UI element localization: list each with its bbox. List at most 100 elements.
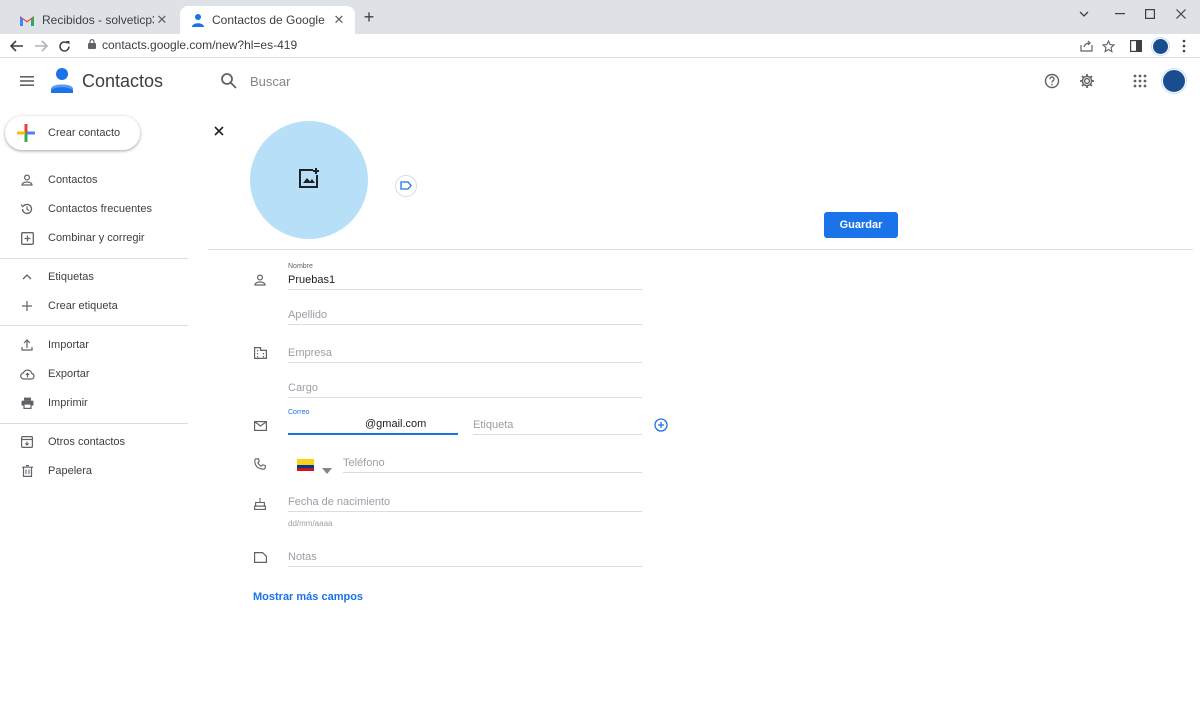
person-icon [252, 272, 268, 288]
email-label-placeholder: Etiqueta [473, 419, 514, 431]
sidebar-item-label: Combinar y corregir [48, 232, 145, 244]
notes-icon [252, 549, 268, 565]
phone-icon [252, 456, 268, 472]
email-icon [252, 418, 268, 434]
profile-avatar-small[interactable] [1150, 36, 1170, 56]
window-close-icon[interactable] [1168, 4, 1194, 24]
sidebar-item-create-label[interactable]: Crear etiqueta [0, 294, 188, 318]
sidebar-item-label: Crear etiqueta [48, 300, 118, 312]
trash-icon [19, 463, 35, 479]
search-input[interactable] [250, 72, 550, 90]
sidebar-item-import[interactable]: Importar [0, 333, 188, 357]
maximize-icon[interactable] [1137, 4, 1163, 24]
merge-icon [19, 230, 35, 246]
browser-tab-gmail[interactable]: Recibidos - solveticp3@gmail.com ✕ [8, 6, 178, 34]
sidebar-item-contacts[interactable]: Contactos [0, 168, 188, 192]
address-bar: contacts.google.com/new?hl=es-419 [0, 34, 1200, 58]
email-field[interactable]: @gmail.com [288, 415, 458, 435]
help-icon[interactable] [1042, 71, 1062, 91]
create-contact-label: Crear contacto [48, 127, 121, 139]
phone-placeholder: Teléfono [343, 457, 385, 469]
sidebar-item-label: Papelera [48, 465, 93, 477]
add-photo-button[interactable] [250, 121, 368, 239]
history-icon [19, 201, 35, 217]
url-text: contacts.google.com/new?hl=es-419 [102, 38, 298, 52]
colored-plus-icon [15, 122, 37, 144]
email-value: @gmail.com [365, 418, 427, 430]
name-value: Pruebas1 [288, 274, 336, 286]
birthday-field[interactable]: Fecha de nacimiento [288, 492, 642, 512]
apps-grid-icon[interactable] [1130, 71, 1150, 91]
sidebar-item-other-contacts[interactable]: Otros contactos [0, 430, 188, 454]
browser-tab-contacts[interactable]: Contactos de Google ✕ [180, 6, 355, 34]
side-panel-icon[interactable] [1126, 36, 1146, 56]
tab-search-icon[interactable] [1071, 4, 1097, 24]
sidebar-item-labels[interactable]: Etiquetas [0, 265, 188, 289]
country-dropdown-caret-icon[interactable] [322, 461, 332, 474]
plus-icon [19, 298, 35, 314]
sidebar-item-export[interactable]: Exportar [0, 362, 188, 386]
app-header: Contactos [0, 58, 1200, 104]
archive-icon [19, 434, 35, 450]
chevron-up-icon [19, 269, 35, 285]
phone-field[interactable]: Teléfono [343, 453, 642, 473]
create-contact-button[interactable]: Crear contacto [5, 116, 140, 150]
upload-icon [19, 337, 35, 353]
birthday-format-hint: dd/mm/aaaa [288, 519, 333, 528]
more-menu-icon[interactable] [1174, 36, 1194, 56]
label-tag-icon [400, 177, 412, 195]
building-icon [252, 345, 268, 361]
email-label-field[interactable]: Etiqueta [473, 415, 642, 435]
minimize-icon[interactable] [1107, 4, 1133, 24]
back-arrow-icon[interactable] [7, 36, 27, 56]
add-email-icon[interactable] [654, 418, 668, 432]
forward-arrow-icon[interactable] [31, 36, 51, 56]
company-field[interactable]: Empresa [288, 343, 642, 363]
surname-field[interactable]: Apellido [288, 305, 642, 325]
person-icon [19, 172, 35, 188]
reload-icon[interactable] [54, 36, 74, 56]
lock-icon [88, 38, 96, 52]
form-divider [208, 249, 1193, 250]
sidebar-item-label: Imprimir [48, 397, 88, 409]
add-label-button[interactable] [395, 175, 417, 197]
tab-close-icon[interactable]: ✕ [154, 12, 170, 28]
tab-title: Recibidos - solveticp3@gmail.com [42, 13, 154, 27]
bookmark-star-icon[interactable] [1098, 36, 1118, 56]
birthday-placeholder: Fecha de nacimiento [288, 496, 391, 508]
tab-close-icon[interactable]: ✕ [331, 12, 347, 28]
colombia-flag-icon[interactable] [297, 459, 314, 471]
printer-icon [19, 395, 35, 411]
sidebar-item-trash[interactable]: Papelera [0, 459, 188, 483]
sidebar-item-frequent[interactable]: Contactos frecuentes [0, 197, 188, 221]
show-more-fields-link[interactable]: Mostrar más campos [253, 591, 363, 603]
sidebar-divider [0, 423, 188, 424]
sidebar-item-label: Importar [48, 339, 89, 351]
job-title-field[interactable]: Cargo [288, 378, 642, 398]
notes-field[interactable]: Notas [288, 547, 642, 567]
new-tab-button[interactable]: + [361, 8, 377, 26]
settings-gear-icon[interactable] [1077, 71, 1097, 91]
add-photo-icon [298, 167, 320, 194]
menu-icon[interactable] [17, 71, 37, 91]
url-field[interactable]: contacts.google.com/new?hl=es-419 [88, 38, 297, 52]
notes-placeholder: Notas [288, 551, 317, 563]
close-icon[interactable] [211, 123, 227, 139]
search-icon[interactable] [219, 71, 239, 91]
company-placeholder: Empresa [288, 347, 333, 359]
sidebar-item-label: Otros contactos [48, 436, 126, 448]
sidebar-divider [0, 258, 188, 259]
sidebar-item-merge[interactable]: Combinar y corregir [0, 226, 188, 250]
save-button[interactable]: Guardar [824, 212, 898, 238]
name-field-label: Nombre [288, 263, 313, 270]
cake-icon [252, 495, 268, 511]
account-avatar[interactable] [1162, 69, 1186, 93]
job-title-placeholder: Cargo [288, 382, 318, 394]
browser-tab-bar: Recibidos - solveticp3@gmail.com ✕ Conta… [0, 0, 1200, 34]
share-icon[interactable] [1076, 36, 1096, 56]
name-field[interactable]: Pruebas1 [288, 270, 642, 290]
cloud-upload-icon [19, 366, 35, 382]
sidebar-item-print[interactable]: Imprimir [0, 391, 188, 415]
sidebar-divider [0, 325, 188, 326]
sidebar-item-label: Etiquetas [48, 271, 94, 283]
